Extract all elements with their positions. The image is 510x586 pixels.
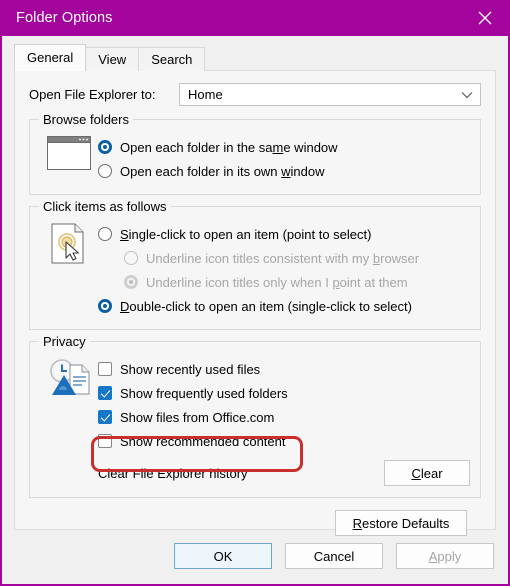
clear-history-label: Clear File Explorer history: [98, 465, 248, 481]
radio-underline-consistent-label: Underline icon titles consistent with my…: [146, 250, 420, 266]
open-file-explorer-row: Open File Explorer to: Home: [29, 83, 481, 106]
close-icon: [478, 11, 492, 25]
group-title-browse-folders: Browse folders: [39, 112, 133, 127]
radio-open-own-window-label: Open each folder in its own window: [120, 163, 325, 179]
chevron-down-icon: [461, 87, 473, 102]
tabstrip: General View Search: [14, 44, 508, 71]
radio-underline-on-point: Underline icon titles only when I point …: [98, 270, 470, 294]
privacy-recent-files-icon: [40, 356, 98, 398]
radio-single-click[interactable]: Single-click to open an item (point to s…: [98, 222, 470, 246]
restore-defaults-button[interactable]: Restore Defaults: [335, 510, 467, 536]
checkbox-show-files-from-office-label: Show files from Office.com: [120, 409, 275, 425]
radio-underline-on-point-label: Underline icon titles only when I point …: [146, 274, 408, 290]
radio-double-click-label: Double-click to open an item (single-cli…: [120, 298, 412, 314]
radio-indicator: [98, 140, 112, 154]
checkbox-indicator: [98, 386, 112, 400]
clear-history-row: Clear File Explorer history Clear: [40, 460, 470, 486]
apply-button: Apply: [396, 543, 494, 569]
checkbox-show-frequently-used-folders-label: Show frequently used folders: [120, 385, 288, 401]
group-title-click-items: Click items as follows: [39, 199, 171, 214]
group-click-items: Click items as follows Single-click to o…: [29, 199, 481, 330]
checkbox-indicator: [98, 362, 112, 376]
radio-open-same-window[interactable]: Open each folder in the same window: [98, 135, 470, 159]
window-outline-icon: [40, 134, 98, 170]
radio-open-same-window-label: Open each folder in the same window: [120, 139, 338, 155]
checkbox-indicator: [98, 434, 112, 448]
open-file-explorer-select[interactable]: Home: [179, 83, 481, 106]
open-file-explorer-label: Open File Explorer to:: [29, 87, 156, 102]
group-browse-folders: Browse folders Open each folder in the s…: [29, 112, 481, 195]
folder-options-dialog: Folder Options General View Search Open …: [0, 0, 510, 586]
checkbox-show-recommended-content-label: Show recommended content: [120, 433, 286, 449]
radio-underline-consistent: Underline icon titles consistent with my…: [98, 246, 470, 270]
restore-defaults-row: Restore Defaults: [29, 510, 467, 536]
window-title: Folder Options: [16, 10, 113, 26]
checkbox-show-recently-used-files[interactable]: Show recently used files: [98, 357, 470, 381]
close-button[interactable]: [462, 0, 508, 36]
radio-open-own-window[interactable]: Open each folder in its own window: [98, 159, 470, 183]
checkbox-show-frequently-used-folders[interactable]: Show frequently used folders: [98, 381, 470, 405]
clear-button[interactable]: Clear: [384, 460, 470, 486]
tab-general[interactable]: General: [14, 44, 87, 71]
page-pointer-icon: [40, 221, 98, 265]
radio-single-click-label: Single-click to open an item (point to s…: [120, 226, 372, 242]
radio-indicator: [98, 299, 112, 313]
cancel-button[interactable]: Cancel: [285, 543, 383, 569]
checkbox-show-recommended-content[interactable]: Show recommended content: [98, 429, 470, 453]
ok-button[interactable]: OK: [174, 543, 272, 569]
open-file-explorer-value: Home: [188, 87, 223, 102]
checkbox-indicator: [98, 410, 112, 424]
group-title-privacy: Privacy: [39, 334, 90, 349]
checkbox-show-recently-used-files-label: Show recently used files: [120, 361, 261, 377]
radio-indicator: [124, 275, 138, 289]
radio-indicator: [124, 251, 138, 265]
tab-view[interactable]: View: [85, 47, 140, 71]
radio-indicator: [98, 227, 112, 241]
tab-page-general: Open File Explorer to: Home Browse folde…: [14, 70, 496, 536]
checkbox-show-files-from-office[interactable]: Show files from Office.com: [98, 405, 470, 429]
group-privacy: Privacy Show recently used files Show fr…: [29, 334, 481, 498]
tab-search[interactable]: Search: [138, 47, 206, 71]
radio-double-click[interactable]: Double-click to open an item (single-cli…: [98, 294, 470, 318]
radio-indicator: [98, 164, 112, 178]
titlebar: Folder Options: [2, 0, 508, 36]
